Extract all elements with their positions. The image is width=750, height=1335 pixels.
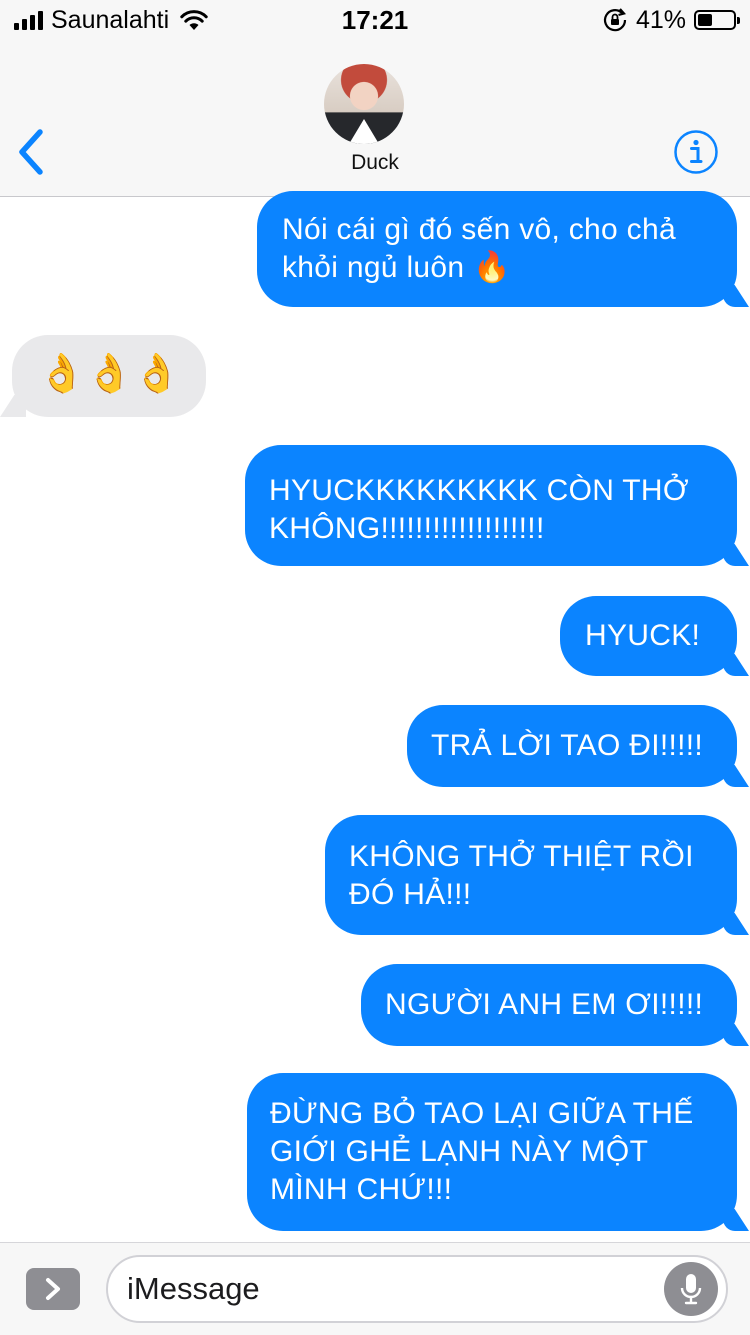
message-text-line: 👌👌👌: [38, 353, 181, 395]
message-text-line: KHÔNG THỞ THIỆT RỒI: [349, 840, 694, 873]
message-text-line: Nói cái gì đó sến vô, cho chả: [282, 213, 676, 246]
outgoing-message[interactable]: KHÔNG THỞ THIỆT RỒI ĐÓ HẢ!!!: [325, 815, 737, 935]
status-bar: Saunalahti 17:21 41%: [0, 0, 750, 40]
message-input-placeholder: iMessage: [127, 1271, 260, 1306]
chevron-right-icon: [46, 1278, 60, 1300]
message-text-line: HYUCKKKKKKKKK CÒN THỞ: [269, 474, 689, 507]
outgoing-message[interactable]: HYUCK!: [560, 596, 737, 676]
conversation-header: Duck: [0, 40, 750, 197]
battery-icon: [694, 10, 740, 30]
incoming-message[interactable]: 👌👌👌: [12, 335, 206, 417]
outgoing-message[interactable]: TRẢ LỜI TAO ĐI!!!!!: [407, 705, 737, 787]
rotation-lock-icon: [603, 8, 627, 32]
message-text-line: khỏi ngủ luôn 🔥: [282, 251, 511, 284]
microphone-icon: [680, 1274, 702, 1305]
message-text-line: TRẢ LỜI TAO ĐI!!!!!: [431, 729, 704, 762]
message-text-line: HYUCK!: [585, 619, 701, 652]
compose-bar: iMessage: [0, 1242, 750, 1335]
outgoing-message[interactable]: HYUCKKKKKKKKK CÒN THỞ KHÔNG!!!!!!!!!!!!!…: [245, 445, 737, 566]
message-input[interactable]: iMessage: [106, 1255, 728, 1323]
message-text-line: GIỚI GHẺ LẠNH NÀY MỘT: [270, 1135, 649, 1168]
outgoing-message[interactable]: ĐỪNG BỎ TAO LẠI GIỮA THẾ GIỚI GHẺ LẠNH N…: [247, 1073, 737, 1231]
avatar[interactable]: [324, 64, 404, 144]
dictation-button[interactable]: [664, 1262, 718, 1316]
outgoing-message[interactable]: NGƯỜI ANH EM ƠI!!!!!: [361, 964, 737, 1046]
message-text-line: MÌNH CHỨ!!!: [270, 1173, 453, 1206]
battery-percent: 41%: [635, 6, 686, 34]
message-text-line: ĐỪNG BỎ TAO LẠI GIỮA THẾ: [270, 1097, 694, 1130]
message-text-line: ĐÓ HẢ!!!: [349, 878, 472, 911]
info-icon[interactable]: [673, 129, 719, 175]
contact-name[interactable]: Duck: [0, 151, 750, 175]
apps-button[interactable]: [26, 1268, 80, 1310]
message-text-line: KHÔNG!!!!!!!!!!!!!!!!!!!: [269, 512, 545, 545]
message-text-line: NGƯỜI ANH EM ƠI!!!!!: [385, 988, 704, 1021]
outgoing-message[interactable]: Nói cái gì đó sến vô, cho chả khỏi ngủ l…: [257, 191, 737, 307]
status-right: 41%: [602, 0, 740, 40]
